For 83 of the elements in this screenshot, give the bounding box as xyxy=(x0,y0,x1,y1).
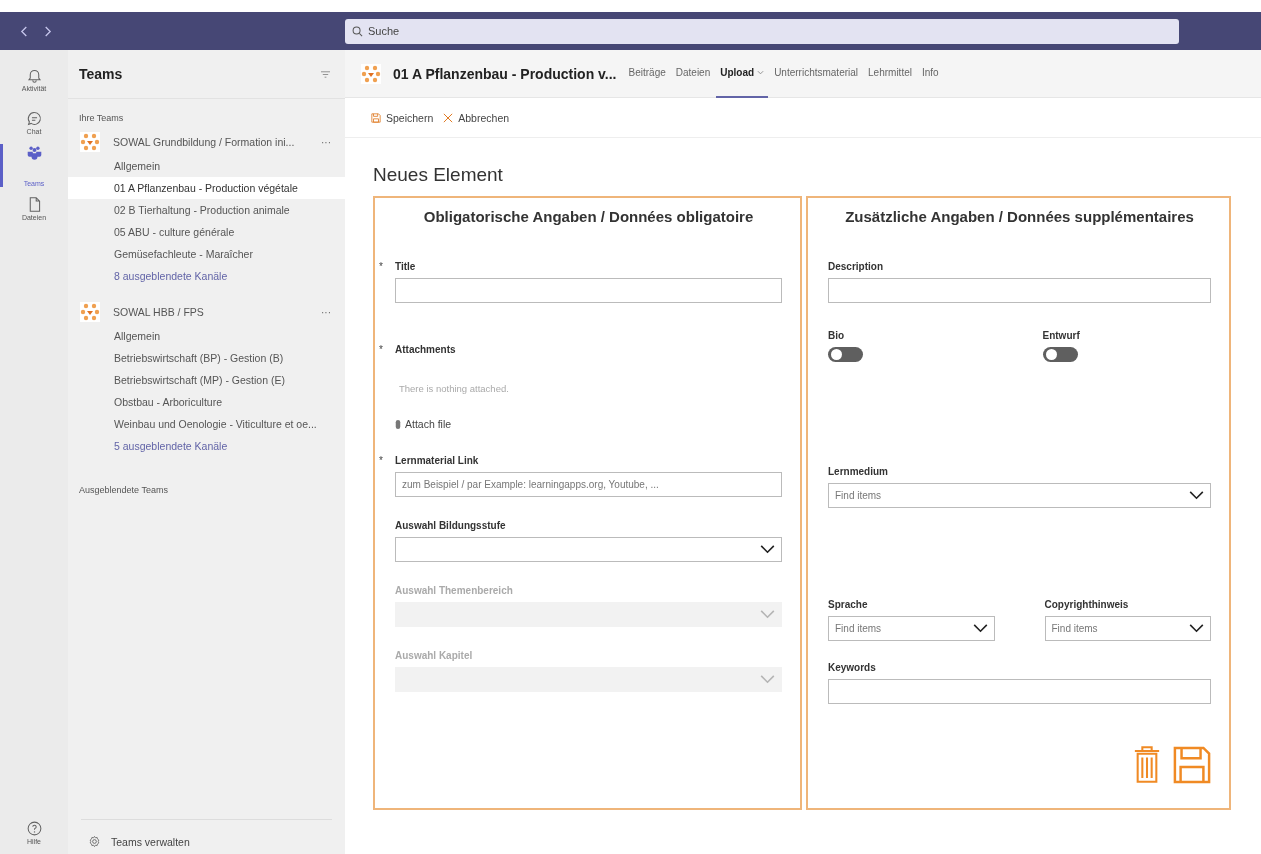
tab[interactable]: Unterrichtsmaterial xyxy=(770,49,863,98)
chevron-down-icon xyxy=(760,610,775,619)
attach-file-button[interactable]: Attach file xyxy=(395,418,782,430)
channel-item[interactable]: 01 A Pflanzenbau - Production végétale xyxy=(68,177,345,199)
channel-item[interactable]: 02 B Tierhaltung - Production animale xyxy=(68,199,345,221)
field-label: Lernmaterial Link xyxy=(395,454,479,466)
bell-icon xyxy=(25,67,43,84)
required-asterisk: * xyxy=(379,343,383,355)
field-label: Attachments xyxy=(395,343,456,355)
field-label: Auswahl Bildungsstufe xyxy=(395,519,506,531)
toggle-switch[interactable] xyxy=(828,347,863,362)
required-asterisk: * xyxy=(379,260,383,272)
save-button[interactable]: Speichern xyxy=(371,111,434,124)
form-heading: Neues Element xyxy=(373,164,504,187)
trash-icon[interactable] xyxy=(1133,746,1161,784)
forward-icon[interactable] xyxy=(43,25,52,37)
channel-item[interactable]: Weinbau und Oenologie - Viticulture et oe... xyxy=(68,413,345,435)
team-logo-icon xyxy=(80,132,100,152)
search-icon xyxy=(352,25,363,37)
team-item[interactable]: SOWAL Grundbildung / Formation ini... ··· xyxy=(68,129,345,155)
cancel-button[interactable]: Abbrechen xyxy=(443,111,510,124)
field-label: Title xyxy=(395,260,416,272)
paperclip-icon xyxy=(395,418,401,430)
back-icon[interactable] xyxy=(20,25,29,37)
section-label: Ausgeblendete Teams xyxy=(78,484,169,497)
field-label: Bio xyxy=(828,330,846,341)
tab[interactable]: Upload xyxy=(716,49,769,98)
text-field[interactable]: zum Beispiel / par Example: learningapps.org, Youtube, ... xyxy=(395,472,782,497)
panel-title: Teams xyxy=(79,66,123,82)
field-label: Auswahl Themenbereich xyxy=(395,584,513,596)
channel-item[interactable]: Allgemein xyxy=(68,325,345,347)
channel-title: 01 A Pflanzenbau - Production v... xyxy=(393,65,617,82)
chevron-down-icon xyxy=(760,545,775,554)
field-label: Sprache xyxy=(828,598,868,610)
field-label: Copyrighthinweis xyxy=(1044,598,1129,610)
field-label: Auswahl Kapitel xyxy=(395,649,473,661)
settings-icon xyxy=(88,835,101,848)
chevron-down-icon xyxy=(1189,624,1204,633)
toggle-switch[interactable] xyxy=(1042,347,1078,362)
filter-icon[interactable] xyxy=(320,69,331,79)
chevron-down-icon xyxy=(1189,491,1204,500)
caret-icon xyxy=(757,70,765,75)
search-field[interactable]: Suche xyxy=(345,18,1179,44)
section-label: Ihre Teams xyxy=(78,112,125,125)
team-item[interactable]: SOWAL HBB / FPS ··· xyxy=(68,299,345,325)
dropdown-field[interactable]: Find items xyxy=(1044,616,1211,641)
channel-item[interactable]: Gemüsefachleute - Maraîcher xyxy=(68,243,345,265)
required-asterisk: * xyxy=(379,454,383,466)
channel-item[interactable]: Betriebswirtschaft (BP) - Gestion (B) xyxy=(68,347,345,369)
help-icon xyxy=(25,820,43,837)
save-icon xyxy=(371,112,381,123)
field-label: Description xyxy=(828,260,883,272)
panel-heading: Obligatorische Angaben / Données obligatoire xyxy=(422,208,755,227)
field-label: Keywords xyxy=(828,661,876,673)
channel-item[interactable]: Obstbau - Arboriculture xyxy=(68,391,345,413)
team-logo-icon xyxy=(80,302,100,322)
manage-teams-button[interactable]: Teams verwalten xyxy=(81,819,332,848)
team-logo-icon xyxy=(361,63,381,84)
field-label: Entwurf xyxy=(1042,330,1081,341)
close-icon xyxy=(443,112,454,123)
people-icon xyxy=(25,144,43,161)
text-field[interactable] xyxy=(828,679,1211,704)
channel-item[interactable]: Allgemein xyxy=(68,155,345,177)
panel-heading: Zusätzliche Angaben / Données supplémentaires xyxy=(844,208,1195,227)
text-field[interactable] xyxy=(395,278,782,303)
chat-icon xyxy=(25,110,43,127)
tab[interactable]: Lehrmittel xyxy=(864,49,916,98)
hidden-channels-link[interactable]: 5 ausgeblendete Kanäle xyxy=(68,435,345,457)
channel-item[interactable]: Betriebswirtschaft (MP) - Gestion (E) xyxy=(68,369,345,391)
save-icon[interactable] xyxy=(1173,746,1211,784)
tab[interactable]: Info xyxy=(917,49,943,98)
tab[interactable]: Dateien xyxy=(671,49,715,98)
channel-item[interactable]: 05 ABU - culture générale xyxy=(68,221,345,243)
hidden-channels-link[interactable]: 8 ausgeblendete Kanäle xyxy=(68,265,345,287)
chevron-down-icon xyxy=(972,624,988,633)
dropdown-field[interactable]: Find items xyxy=(828,616,995,641)
text-field[interactable] xyxy=(828,278,1211,303)
dropdown-field[interactable]: Find items xyxy=(828,483,1211,508)
tab[interactable]: Beiträge xyxy=(624,49,670,98)
dropdown-field[interactable] xyxy=(395,537,782,562)
field-label: Lernmedium xyxy=(828,465,888,477)
chevron-down-icon xyxy=(760,675,775,684)
empty-attachments-text: There is nothing attached. xyxy=(399,383,510,394)
